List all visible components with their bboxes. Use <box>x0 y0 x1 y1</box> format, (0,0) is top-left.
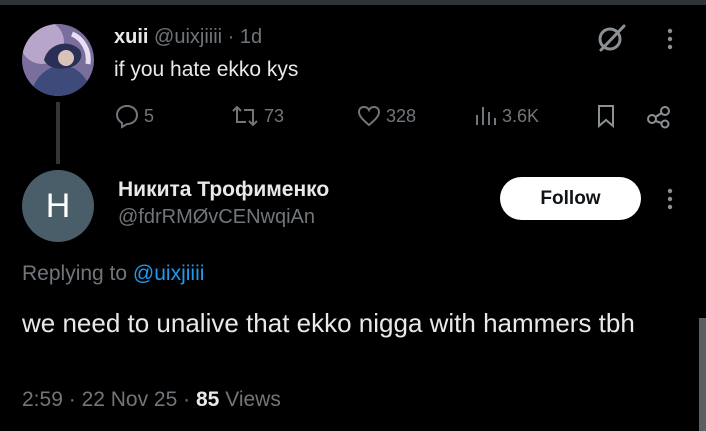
tweet-text: we need to unalive that ekko nigga with … <box>22 308 635 338</box>
parent-tweet-text: if you hate ekko kys <box>114 58 299 81</box>
author-display-name[interactable]: Никита Трофименко <box>118 178 329 202</box>
more-icon[interactable] <box>660 184 680 214</box>
separator-dot: · <box>183 388 191 411</box>
views-icon <box>476 107 496 125</box>
reply-icon <box>115 104 139 129</box>
repost-icon <box>232 105 258 127</box>
parent-display-name[interactable]: xuii <box>114 26 148 48</box>
grok-icon[interactable] <box>595 22 627 54</box>
like-count: 328 <box>386 105 417 126</box>
share-icon <box>647 106 670 129</box>
separator-dot: · <box>227 26 235 48</box>
more-icon[interactable] <box>660 24 680 54</box>
scrollbar[interactable] <box>699 318 706 431</box>
like-button[interactable]: 328 <box>356 100 416 132</box>
views-count: 85 <box>195 388 220 411</box>
avatar[interactable]: H <box>22 170 94 242</box>
tweet-time[interactable]: 2:59 <box>22 388 63 411</box>
replying-handle-link[interactable]: @uixjiiii <box>133 262 205 285</box>
views-label: Views <box>225 388 281 411</box>
repost-count: 73 <box>264 105 285 126</box>
replying-to: Replying to @uixjiiii <box>22 262 204 286</box>
reply-count: 5 <box>144 105 155 126</box>
tweet-date[interactable]: 22 Nov 25 <box>82 388 178 411</box>
parent-tweet-header: xuii @uixjiiii · 1d <box>114 26 262 49</box>
separator-dot: · <box>68 388 76 411</box>
like-icon <box>357 105 381 127</box>
parent-timestamp[interactable]: 1d <box>240 26 262 48</box>
follow-button[interactable]: Follow <box>500 177 641 220</box>
views-button[interactable]: 3.6K <box>474 100 539 132</box>
bookmark-icon <box>598 105 614 129</box>
top-divider <box>0 0 706 5</box>
thread-connector <box>56 102 60 164</box>
views-count: 3.6K <box>502 105 540 126</box>
author-handle[interactable]: @fdrRMØvCENwqiAn <box>118 206 315 229</box>
replying-prefix: Replying to <box>22 262 128 285</box>
tweet-meta: 2:59 · 22 Nov 25 · 85 Views <box>22 388 281 412</box>
reply-button[interactable]: 5 <box>114 100 154 132</box>
avatar[interactable] <box>22 24 94 96</box>
repost-button[interactable]: 73 <box>230 100 284 132</box>
parent-handle[interactable]: @uixjiiii <box>154 26 222 48</box>
share-button[interactable] <box>646 100 672 132</box>
bookmark-button[interactable] <box>595 100 617 132</box>
